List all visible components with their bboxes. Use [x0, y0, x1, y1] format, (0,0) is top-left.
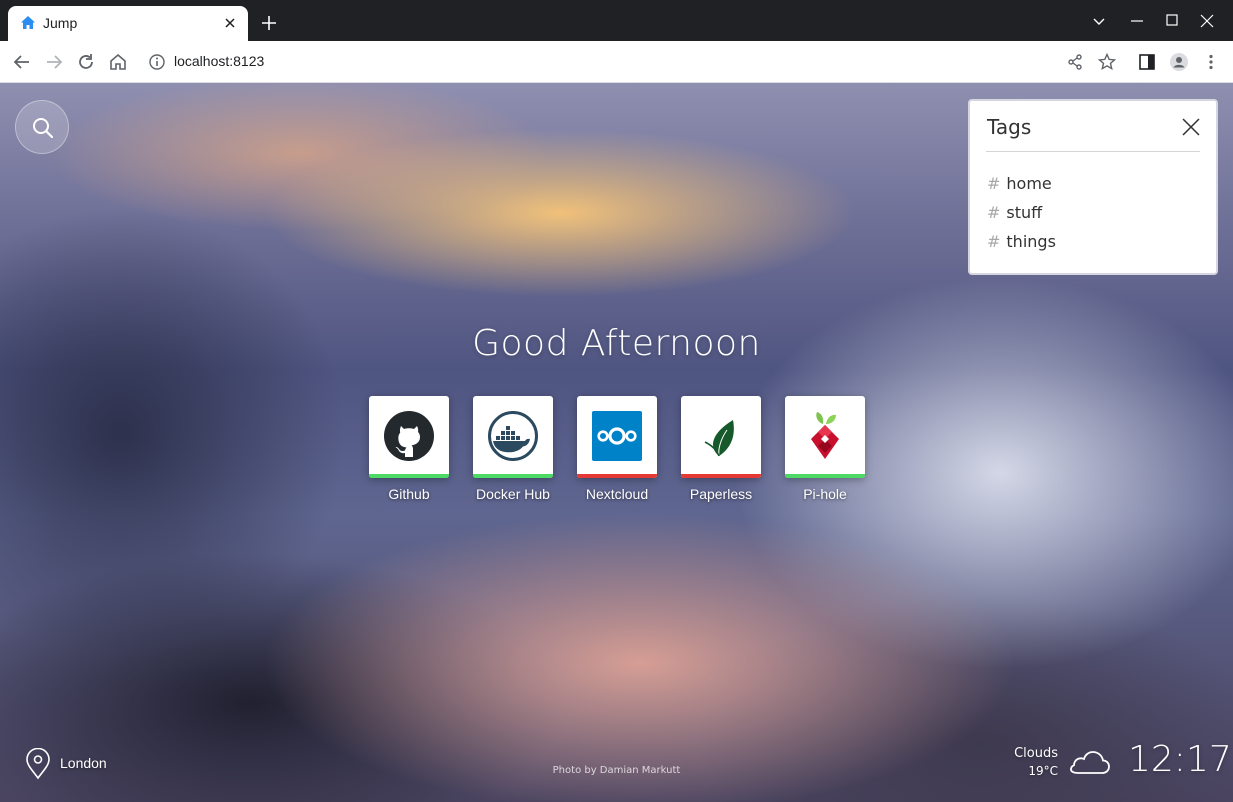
tag-label[interactable]: things: [1006, 232, 1056, 251]
site-label[interactable]: Pi-hole: [765, 486, 885, 502]
tab-title: Jump: [43, 15, 78, 31]
maximize-icon[interactable]: [1163, 12, 1181, 30]
cloud-icon: [1070, 751, 1110, 774]
hash-icon: #: [987, 174, 1001, 193]
menu-icon[interactable]: [1201, 52, 1221, 72]
share-icon[interactable]: [1065, 52, 1085, 72]
site-label[interactable]: Nextcloud: [557, 486, 677, 502]
status-bar: [785, 474, 865, 478]
status-bar: [473, 474, 553, 478]
star-icon[interactable]: [1097, 52, 1117, 72]
browser-tab[interactable]: Jump: [8, 6, 248, 41]
greeting: Good Afternoon: [472, 323, 761, 364]
clock: 12:17: [1128, 739, 1232, 780]
status-bar: [369, 474, 449, 478]
site-label[interactable]: Paperless: [661, 486, 781, 502]
minimize-icon[interactable]: [1128, 12, 1146, 30]
site-card[interactable]: [681, 396, 761, 478]
status-bar: [681, 474, 761, 478]
nextcloud-icon: [592, 411, 642, 461]
info-icon[interactable]: [148, 53, 166, 71]
hash-icon: #: [987, 203, 1001, 222]
close-icon[interactable]: [222, 15, 238, 31]
site-card[interactable]: [369, 396, 449, 478]
plus-icon[interactable]: [260, 14, 278, 32]
search-icon: [33, 118, 54, 139]
browser-toolbar: localhost:8123: [0, 41, 1233, 83]
back-icon[interactable]: [12, 52, 32, 72]
profile-icon[interactable]: [1169, 52, 1189, 72]
paperless-leaf-icon: [704, 420, 734, 457]
search-button[interactable]: [15, 100, 69, 154]
forward-icon[interactable]: [44, 52, 64, 72]
page-background: Good Afternoon Github Docker Hub Nextclo…: [0, 83, 1233, 802]
divider: [986, 151, 1200, 152]
site-card[interactable]: [473, 396, 553, 478]
tags-title: Tags: [987, 115, 1032, 139]
weather-description: Clouds: [1014, 746, 1058, 761]
home-icon[interactable]: [108, 52, 128, 72]
close-icon[interactable]: [1180, 116, 1202, 138]
tag-item-home[interactable]: # home: [987, 174, 1052, 193]
tag-item-things[interactable]: # things: [987, 232, 1056, 251]
site-card[interactable]: [577, 396, 657, 478]
pihole-icon: [811, 412, 839, 459]
address-bar-url[interactable]: localhost:8123: [174, 53, 264, 69]
browser-tab-bar: Jump: [0, 0, 1233, 41]
site-label[interactable]: Docker Hub: [453, 486, 573, 502]
status-bar: [577, 474, 657, 478]
weather-temperature: 19°C: [1028, 764, 1058, 778]
tags-panel: Tags # home # stuff # things: [968, 99, 1218, 275]
docker-icon: [488, 411, 538, 461]
home-favicon-icon: [21, 16, 35, 29]
tag-item-stuff[interactable]: # stuff: [987, 203, 1042, 222]
tag-label[interactable]: home: [1006, 174, 1051, 193]
tag-label[interactable]: stuff: [1006, 203, 1042, 222]
github-icon: [384, 411, 434, 461]
side-panel-icon[interactable]: [1137, 52, 1157, 72]
chevron-down-icon[interactable]: [1090, 12, 1108, 30]
site-label[interactable]: Github: [349, 486, 469, 502]
reload-icon[interactable]: [76, 52, 96, 72]
hash-icon: #: [987, 232, 1001, 251]
site-card[interactable]: [785, 396, 865, 478]
close-window-icon[interactable]: [1198, 12, 1216, 30]
